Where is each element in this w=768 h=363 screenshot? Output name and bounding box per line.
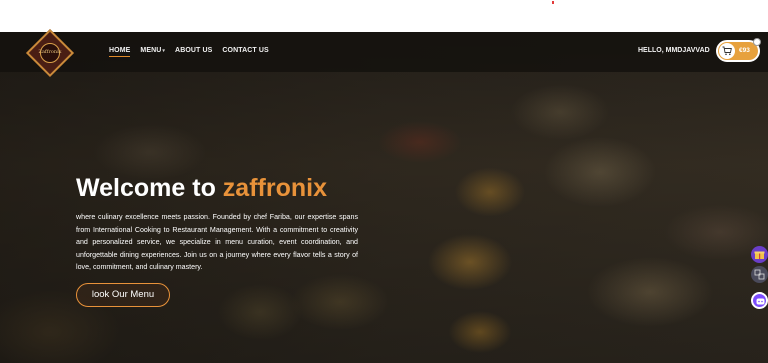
page: Zaffronix HOME MENU▾ ABOUT US CONTACT US… [0,0,768,363]
hero-title-brand: zaffronix [222,174,327,202]
cart-icon [722,46,732,56]
user-greeting[interactable]: HELLO, MMDJAVVAD [638,47,710,54]
cart-amount: €93 [739,47,750,54]
look-our-menu-button[interactable]: look Our Menu [76,283,170,307]
cart-count-badge [753,38,761,46]
nav-menu-label: MENU [140,47,162,54]
cart-icon-circle [719,43,735,59]
nav-home[interactable]: HOME [109,47,131,57]
translate-icon [754,269,765,280]
hero-title-prefix: Welcome to [76,174,223,202]
logo-text: Zaffronix [38,49,62,55]
top-white-strip [0,0,768,32]
chevron-down-icon: ▾ [162,48,166,54]
nav-menu[interactable]: MENU▾ [140,47,165,54]
nav-contact-us[interactable]: CONTACT US [222,47,268,54]
chat-bot-icon [756,298,765,305]
hero-description: where culinary excellence meets passion.… [76,213,358,271]
loading-indicator [552,1,554,4]
chat-widget[interactable] [751,292,768,309]
hero-content: Welcome to zaffronix where culinary exce… [76,174,358,274]
gift-widget[interactable] [751,246,768,263]
hero-title: Welcome to zaffronix [76,174,358,202]
nav-links: HOME MENU▾ ABOUT US CONTACT US [109,47,269,57]
gift-icon [754,251,765,259]
navbar: Zaffronix HOME MENU▾ ABOUT US CONTACT US… [0,28,768,78]
translate-widget[interactable] [751,266,768,283]
nav-about-us[interactable]: ABOUT US [175,47,212,54]
